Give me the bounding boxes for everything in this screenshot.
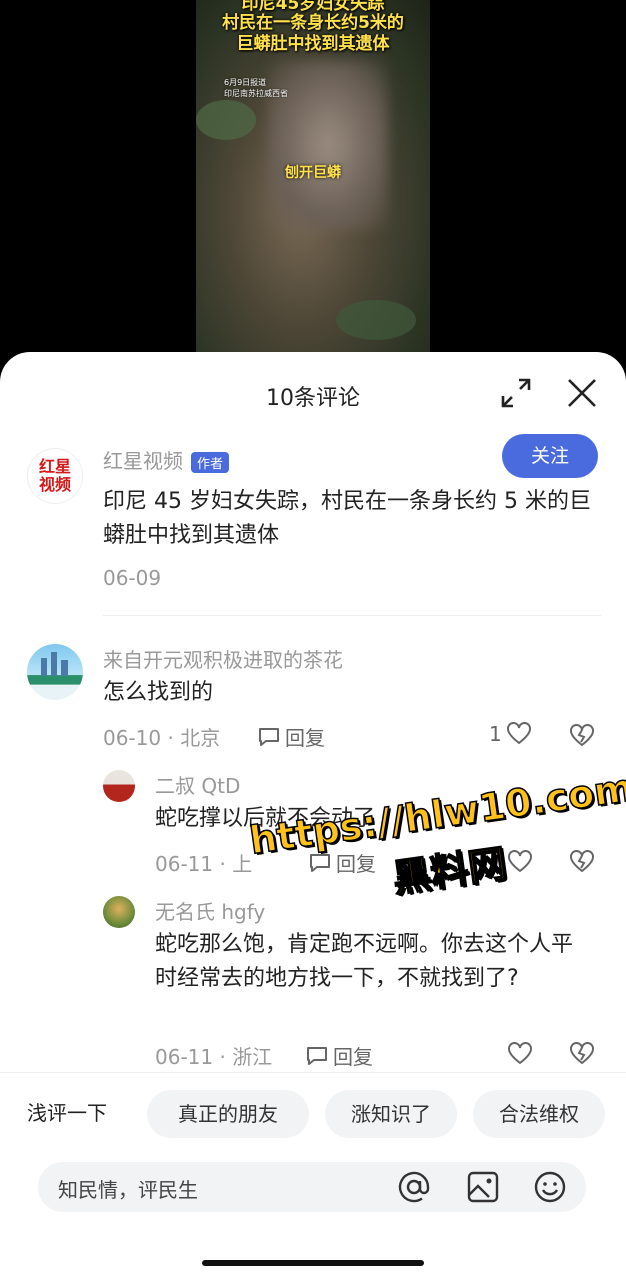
comment-text: 怎么找到的 [103,680,214,705]
post-date: 06-09 [103,566,162,590]
quick-chip[interactable]: 合法维权 [473,1090,605,1138]
video-caption: 刨开巨蟒 [285,165,341,181]
reply-meta: 06-11 · 浙江 [155,1045,273,1069]
emoji-icon[interactable] [532,1169,568,1205]
quick-comment-bar: 浅评一下 真正的朋友 涨知识了 合法维权 [0,1072,626,1147]
author-name[interactable]: 红星视频 [103,449,183,473]
at-icon[interactable] [396,1169,432,1205]
broken-heart-icon[interactable] [569,724,595,748]
reply-avatar[interactable] [103,770,135,802]
reply-icon [259,727,279,746]
heart-icon [506,722,531,745]
like-count: 1 [489,722,502,746]
avatar-logo-line2: 视频 [38,475,71,494]
post-text: 印尼 45 岁妇女失踪，村民在一条身长约 5 米的巨蟒肚中找到其遗体 [103,489,591,548]
video-date-line: 6月9日报道 [224,78,267,87]
reply-icon [307,1046,327,1065]
author-name-row: 红星视频 作者 [103,445,230,474]
quick-comment-label: 浅评一下 [27,1101,107,1125]
reply-button[interactable]: 回复 [257,722,325,751]
like-button[interactable]: 1 [489,722,532,746]
reply-meta: 06-11 · 上 [155,852,253,876]
image-icon[interactable] [465,1169,501,1205]
reply-user-name[interactable]: 无名氏 hgfy [155,896,265,925]
follow-button[interactable]: 关注 [502,434,598,478]
divider [103,615,601,616]
avatar-logo-line1: 红星 [38,457,71,476]
comment-input[interactable]: 知民情，评民生 [38,1162,586,1212]
home-indicator[interactable] [202,1260,424,1266]
comment-meta: 06-10 · 北京 [103,726,221,750]
video-player[interactable]: 印尼45岁妇女失踪 村民在一条身长约5米的 巨蟒肚中找到其遗体 6月9日报道 印… [0,0,626,380]
broken-heart-icon[interactable] [569,850,595,874]
reply-icon [310,853,330,872]
commenter-name[interactable]: 来自开元观积极进取的茶花 [103,644,343,673]
commenter-avatar[interactable] [27,644,83,700]
reply-text: 蛇吃那么饱，肯定跑不远啊。你去这个人平时经常去的地方找一下，不就找到了? [155,932,574,991]
author-badge: 作者 [191,452,230,473]
input-placeholder: 知民情，评民生 [58,1178,198,1202]
broken-heart-icon[interactable] [569,1042,595,1066]
expand-icon[interactable] [499,376,533,410]
video-location-line: 印尼南苏拉威西省 [224,89,288,98]
quick-chip[interactable]: 真正的朋友 [147,1090,309,1138]
avatar-building [61,660,68,676]
reply-button[interactable]: 回复 [305,1041,373,1070]
reply-label: 回复 [336,852,376,876]
video-background-leaf [336,300,416,340]
comment-sheet: 10条评论 红星 视频 红星视频 作者 关注 印尼 45 岁妇女失踪，村民在一条身… [0,352,626,1280]
reply-label: 回复 [285,726,325,750]
reply-user-name[interactable]: 二叔 QtD [155,770,240,799]
author-avatar[interactable]: 红星 视频 [27,448,83,504]
video-background-leaf [196,100,256,140]
close-icon[interactable] [565,376,599,410]
avatar-building [51,652,57,676]
video-title-line2: 村民在一条身长约5米的 [222,13,404,33]
avatar-building [41,658,47,676]
video-frame[interactable]: 印尼45岁妇女失踪 村民在一条身长约5米的 巨蟒肚中找到其遗体 6月9日报道 印… [196,0,430,380]
video-title-line3: 巨蟒肚中找到其遗体 [236,34,390,54]
blurred-region [268,60,388,230]
heart-icon[interactable] [507,850,533,874]
reply-avatar[interactable] [103,896,135,928]
heart-icon[interactable] [507,1042,533,1066]
watermark-text: 黑料网 [389,840,510,901]
quick-chip[interactable]: 涨知识了 [325,1090,457,1138]
reply-label: 回复 [333,1045,373,1069]
